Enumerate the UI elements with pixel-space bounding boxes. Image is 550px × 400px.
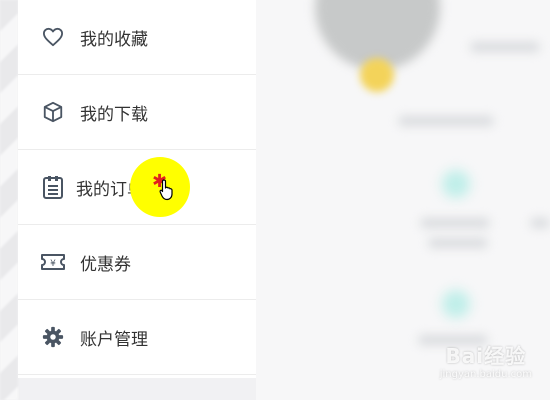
menu-item-downloads[interactable]: 我的下载 — [18, 75, 256, 150]
blurred-info-line — [398, 116, 494, 126]
menu-item-label: 账户管理 — [80, 329, 148, 350]
svg-text:¥: ¥ — [50, 259, 56, 269]
heart-icon — [40, 24, 66, 50]
clipboard-icon — [40, 174, 66, 200]
gear-icon — [40, 324, 66, 350]
hand-cursor-icon — [159, 179, 173, 201]
watermark-brand: Bai经验 — [445, 344, 527, 368]
menu-item-label: 我的下载 — [80, 104, 148, 125]
menu-item-label: 优惠券 — [80, 254, 131, 275]
blurred-avatar-badge — [360, 58, 394, 92]
blurred-stat-label — [420, 218, 490, 228]
menu-item-label: 我的收藏 — [80, 29, 148, 50]
watermark-url: jingyan.baidu.com — [439, 369, 532, 380]
box-icon — [40, 99, 66, 125]
blurred-stat-icon — [442, 290, 470, 318]
blurred-stat-icon — [442, 170, 470, 198]
background-stripes — [0, 0, 18, 400]
blurred-stat-label — [530, 218, 550, 228]
watermark: Bai经验 jingyan.baidu.com — [440, 340, 532, 380]
menu-item-account[interactable]: 账户管理 — [18, 300, 256, 375]
blurred-stat-label — [428, 238, 488, 248]
blurred-username — [470, 42, 540, 52]
menu-item-favorites[interactable]: 我的收藏 — [18, 0, 256, 75]
coupon-icon: ¥ — [40, 249, 66, 275]
menu-item-coupons[interactable]: ¥ 优惠券 — [18, 225, 256, 300]
